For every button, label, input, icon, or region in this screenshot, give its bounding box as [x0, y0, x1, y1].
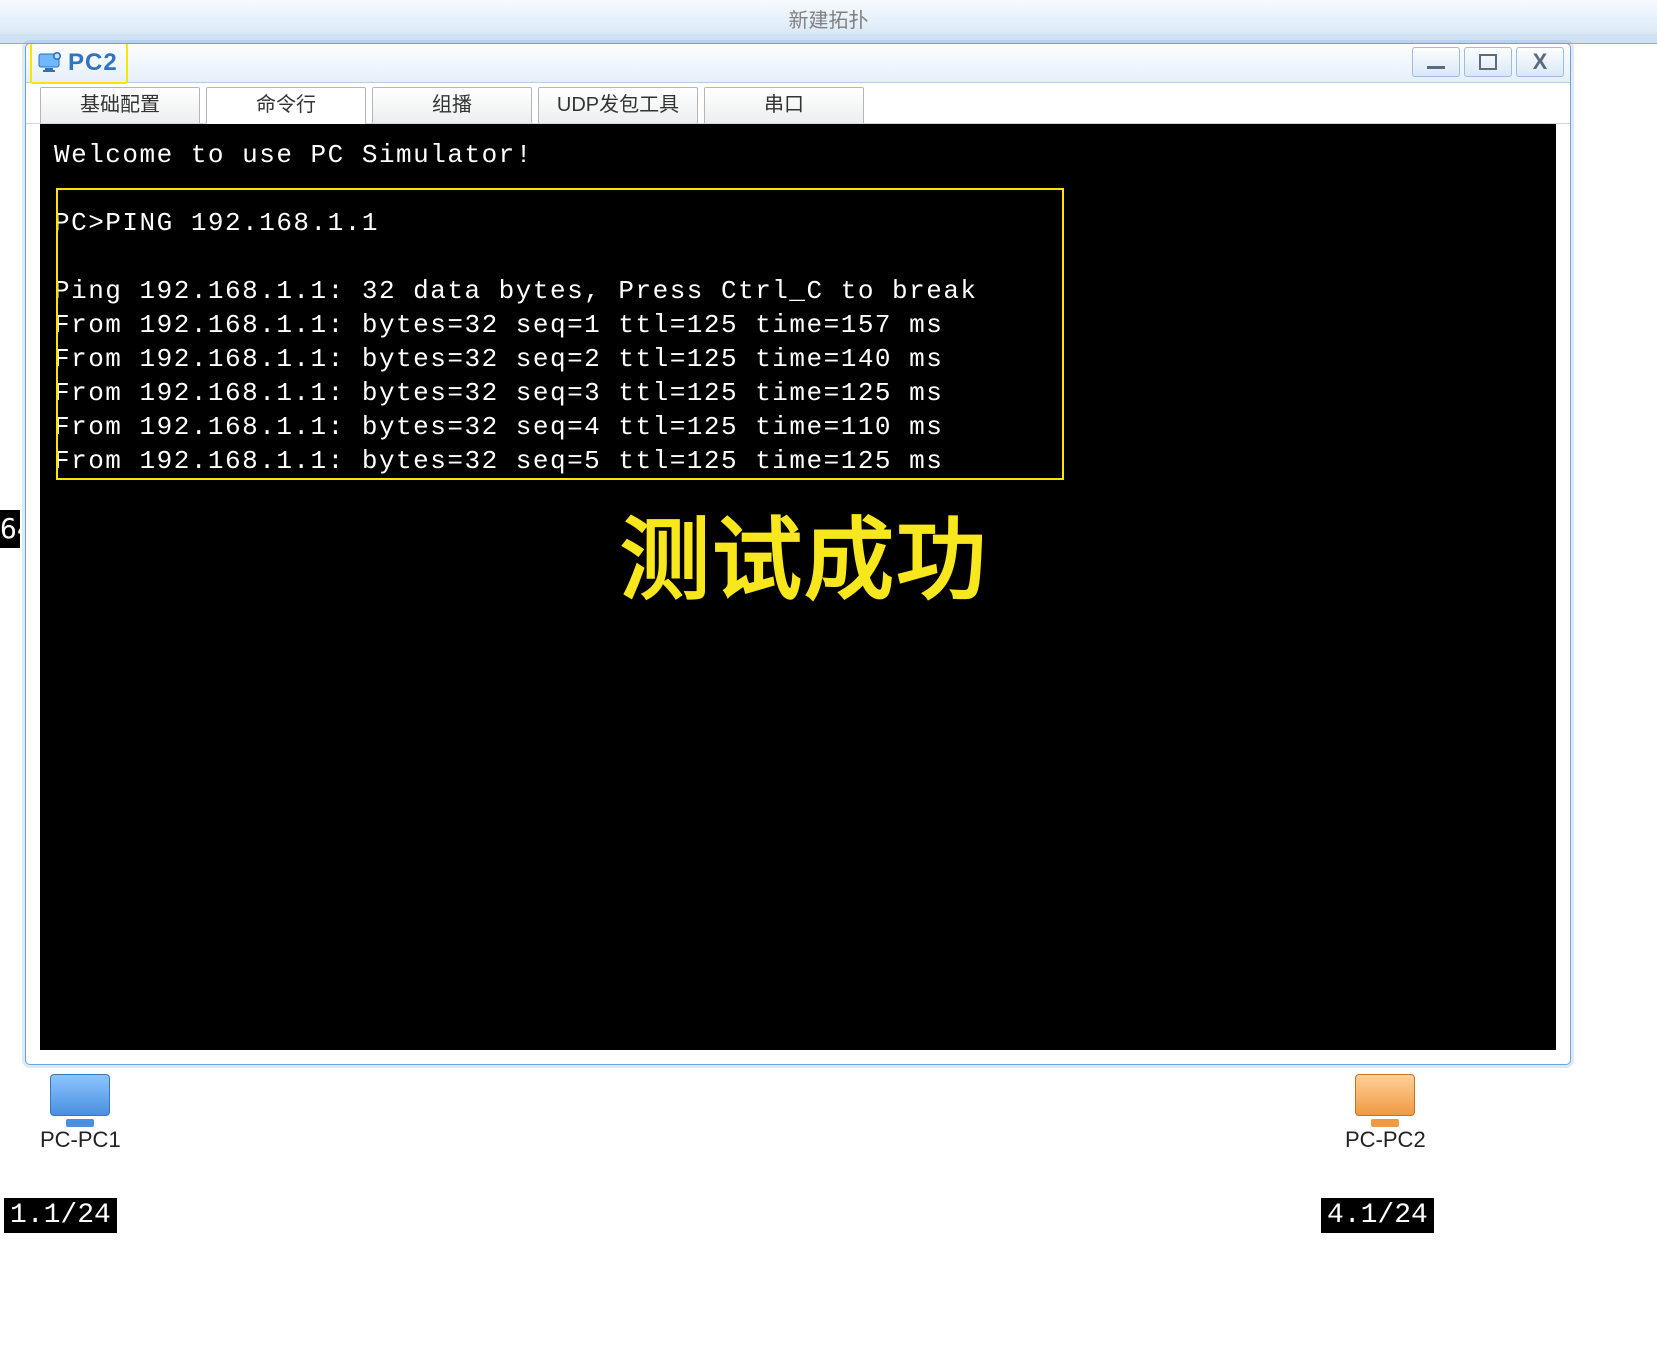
- tab-row: 基础配置 命令行 组播 UDP发包工具 串口: [26, 83, 1570, 124]
- maximize-button[interactable]: [1464, 47, 1512, 77]
- terminal-output-line: From 192.168.1.1: bytes=32 seq=4 ttl=125…: [54, 412, 943, 442]
- pc-icon: [1355, 1074, 1415, 1116]
- minimize-button[interactable]: [1412, 47, 1460, 77]
- close-button[interactable]: X: [1516, 47, 1564, 77]
- background-label-fragment: 64: [0, 510, 20, 548]
- terminal-output-line: From 192.168.1.1: bytes=32 seq=5 ttl=125…: [54, 446, 943, 476]
- pc2-window: PC2 X 基础配置 命令行 组播 UDP发包工具 串口 Welcome to …: [25, 43, 1571, 1065]
- pc-icon: [38, 52, 62, 74]
- terminal-welcome-line: Welcome to use PC Simulator!: [54, 140, 533, 170]
- pc-icon: [50, 1074, 110, 1116]
- terminal-output-line: From 192.168.1.1: bytes=32 seq=3 ttl=125…: [54, 378, 943, 408]
- tab-serial[interactable]: 串口: [704, 87, 864, 123]
- tab-udp-tool[interactable]: UDP发包工具: [538, 87, 698, 123]
- ip-label-pc1: 1.1/24: [4, 1198, 117, 1233]
- terminal-output-line: Ping 192.168.1.1: 32 data bytes, Press C…: [54, 276, 978, 306]
- topology-device-pc1[interactable]: PC-PC1: [40, 1074, 121, 1153]
- terminal-output-line: From 192.168.1.1: bytes=32 seq=2 ttl=125…: [54, 344, 943, 374]
- window-title-group: PC2: [30, 43, 128, 84]
- terminal-output-line: From 192.168.1.1: bytes=32 seq=1 ttl=125…: [54, 310, 943, 340]
- device-label: PC-PC2: [1345, 1127, 1426, 1153]
- ip-label-pc2: 4.1/24: [1321, 1198, 1434, 1233]
- terminal[interactable]: Welcome to use PC Simulator! PC>PING 192…: [40, 124, 1556, 1050]
- window-title: PC2: [68, 49, 118, 77]
- topology-device-pc2[interactable]: PC-PC2: [1345, 1074, 1426, 1153]
- tab-command-line[interactable]: 命令行: [206, 87, 366, 124]
- titlebar[interactable]: PC2 X: [26, 44, 1570, 83]
- parent-window-title: 新建拓扑: [789, 4, 869, 33]
- parent-window-header: 新建拓扑: [0, 0, 1657, 35]
- window-controls: X: [1412, 47, 1564, 77]
- device-label: PC-PC1: [40, 1127, 121, 1153]
- tab-basic-config[interactable]: 基础配置: [40, 87, 200, 123]
- annotation-success-text: 测试成功: [620, 544, 988, 578]
- terminal-prompt-line: PC>PING 192.168.1.1: [54, 208, 379, 238]
- tab-multicast[interactable]: 组播: [372, 87, 532, 123]
